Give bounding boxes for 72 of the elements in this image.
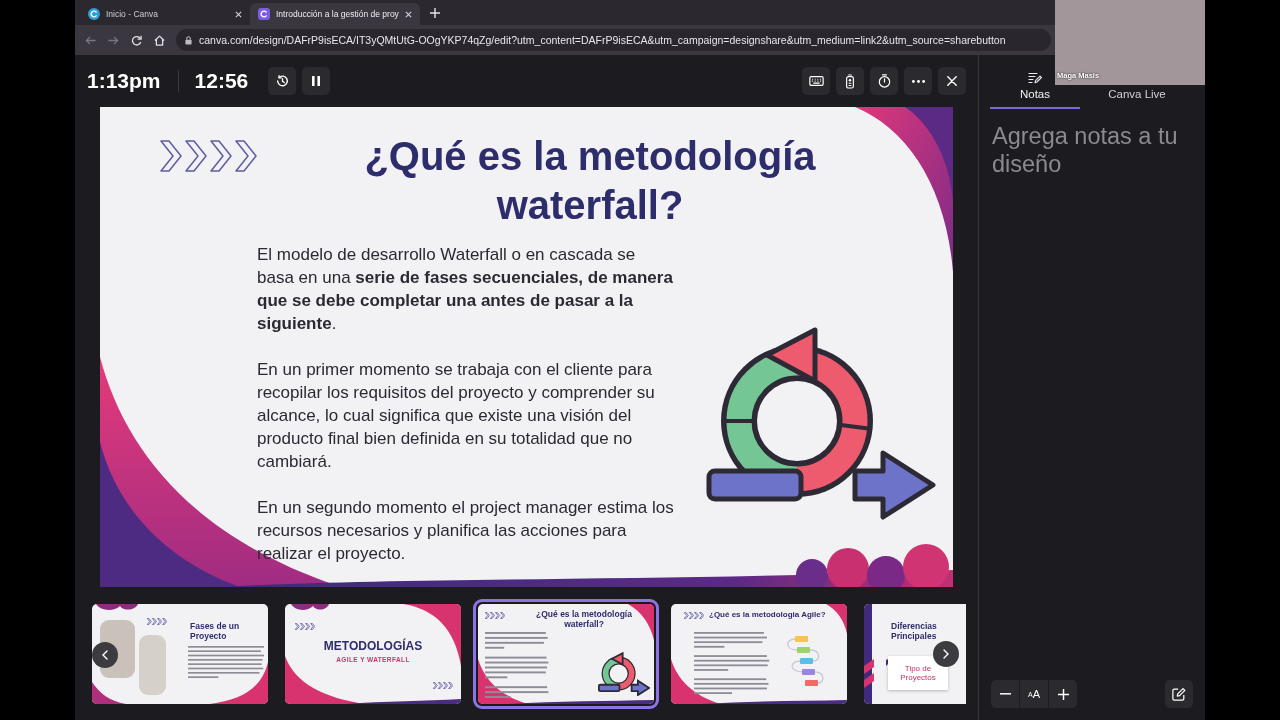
photo-placeholder xyxy=(139,635,166,695)
slide-thumbnail[interactable]: ¿Qué es la metodología waterfall? xyxy=(473,599,659,709)
blob-decoration xyxy=(291,604,329,610)
blob-decoration xyxy=(903,544,949,587)
square-logo-icon xyxy=(258,8,270,20)
blob-decoration xyxy=(96,604,138,610)
swoosh-decoration xyxy=(826,604,847,634)
text-lines-drawing xyxy=(485,632,549,698)
close-icon xyxy=(947,76,957,86)
remote-icon xyxy=(846,73,854,89)
blob-decoration xyxy=(867,556,905,587)
thumbnail-title: Fases de un Proyecto xyxy=(190,621,241,641)
more-button[interactable] xyxy=(904,67,932,95)
chevrons-icon xyxy=(433,682,453,689)
close-icon[interactable] xyxy=(405,10,412,18)
url-field[interactable]: canva.com/design/DAFrP9isECA/IT3yQMtUtG-OOgYKP74qZg/edit?utm_content=DAFrP9isECA&utm_campaign=designshare&utm_medium=link2&utm_source=sharebutton xyxy=(176,29,1051,51)
slide-thumbnail[interactable]: Fases de un Proyecto xyxy=(92,604,268,704)
label-card: Tipo de Proyectos xyxy=(888,656,948,690)
clock-time: 1:13pm xyxy=(87,69,161,93)
remote-button[interactable] xyxy=(836,67,864,95)
chevrons-icon xyxy=(684,612,704,619)
keyboard-button[interactable] xyxy=(802,67,830,95)
keyboard-icon xyxy=(808,76,824,86)
panel-tab[interactable]: Notas xyxy=(990,87,1080,109)
edit-icon xyxy=(1172,687,1186,701)
chevron-left-icon xyxy=(102,650,108,660)
thumbnail-title: Diferencias Principales xyxy=(891,621,938,641)
blob-decoration xyxy=(827,548,869,587)
home-icon[interactable] xyxy=(154,34,165,46)
body-paragraph: El modelo de desarrollo Waterfall o en cascada se basa en una serie de fases secuenciales, de manera que se debe completar una antes de pasar a la siguiente. xyxy=(257,244,674,335)
reset-timer-button[interactable] xyxy=(268,67,297,95)
reload-icon[interactable] xyxy=(131,34,142,46)
thumbnail-title: ¿Qué es la metodología waterfall? xyxy=(535,609,633,629)
wave-decoration xyxy=(92,682,126,704)
close-button[interactable] xyxy=(938,67,966,95)
timer-button[interactable] xyxy=(870,67,898,95)
minus-icon xyxy=(999,693,1011,695)
body-paragraph: En un segundo momento el project manager estima los recursos necesarios y planifica las acciones para realizar el proyecto. xyxy=(257,497,675,565)
blob-decoration xyxy=(796,559,828,587)
pause-icon xyxy=(312,76,321,86)
wave-decoration xyxy=(210,662,268,704)
chevron-right-icon xyxy=(943,649,949,659)
notes-field[interactable]: Agrega notas a tu diseño xyxy=(992,122,1197,670)
round-logo-icon xyxy=(88,8,100,20)
pause-button[interactable] xyxy=(302,67,331,95)
browser-tab[interactable]: Introducción a la gestión de proy xyxy=(250,3,420,25)
notes-icon[interactable] xyxy=(1028,72,1042,84)
thumbnail-title: METODOLOGÍAS xyxy=(323,639,423,653)
body-paragraph: En un primer momento se trabaja con el cliente para recopilar los requisitos del proyecto y comprender su alcance, lo cual significa que existe una visión del producto final bien definida en su totalidad que no cambiará. xyxy=(257,359,656,473)
decrease-button[interactable] xyxy=(991,680,1019,708)
panel-tab[interactable]: Canva Live xyxy=(1092,87,1182,109)
stopwatch-icon xyxy=(877,74,891,88)
new-tab-icon[interactable] xyxy=(430,7,440,18)
slide-title: ¿Qué es la metodología waterfall? xyxy=(363,133,817,229)
edit-button[interactable] xyxy=(1165,680,1193,708)
plus-icon xyxy=(1057,688,1069,700)
cycle-arrow-drawing xyxy=(598,652,650,696)
chevrons-icon xyxy=(485,612,505,619)
slide-thumbnail[interactable]: ¿Qué es la metodologia Agile? xyxy=(671,604,847,704)
slide-thumbnail[interactable]: Diferencias Principales Tipo de Proyectos xyxy=(864,604,966,704)
browser-tab[interactable]: Inicio - Canva xyxy=(80,3,250,25)
chevrons-icon xyxy=(147,618,167,625)
thumbnail-title: ¿Qué es la metodologia Agile? xyxy=(709,610,826,620)
history-icon xyxy=(275,74,289,88)
lock-icon xyxy=(185,35,192,45)
close-icon[interactable] xyxy=(235,10,242,18)
stripe-decoration xyxy=(864,659,874,688)
chevrons-icon xyxy=(160,140,257,172)
chevrons-icon xyxy=(295,623,315,630)
more-icon xyxy=(911,79,925,83)
elapsed-timer: 12:56 xyxy=(194,69,249,93)
increase-button[interactable] xyxy=(1049,680,1077,708)
